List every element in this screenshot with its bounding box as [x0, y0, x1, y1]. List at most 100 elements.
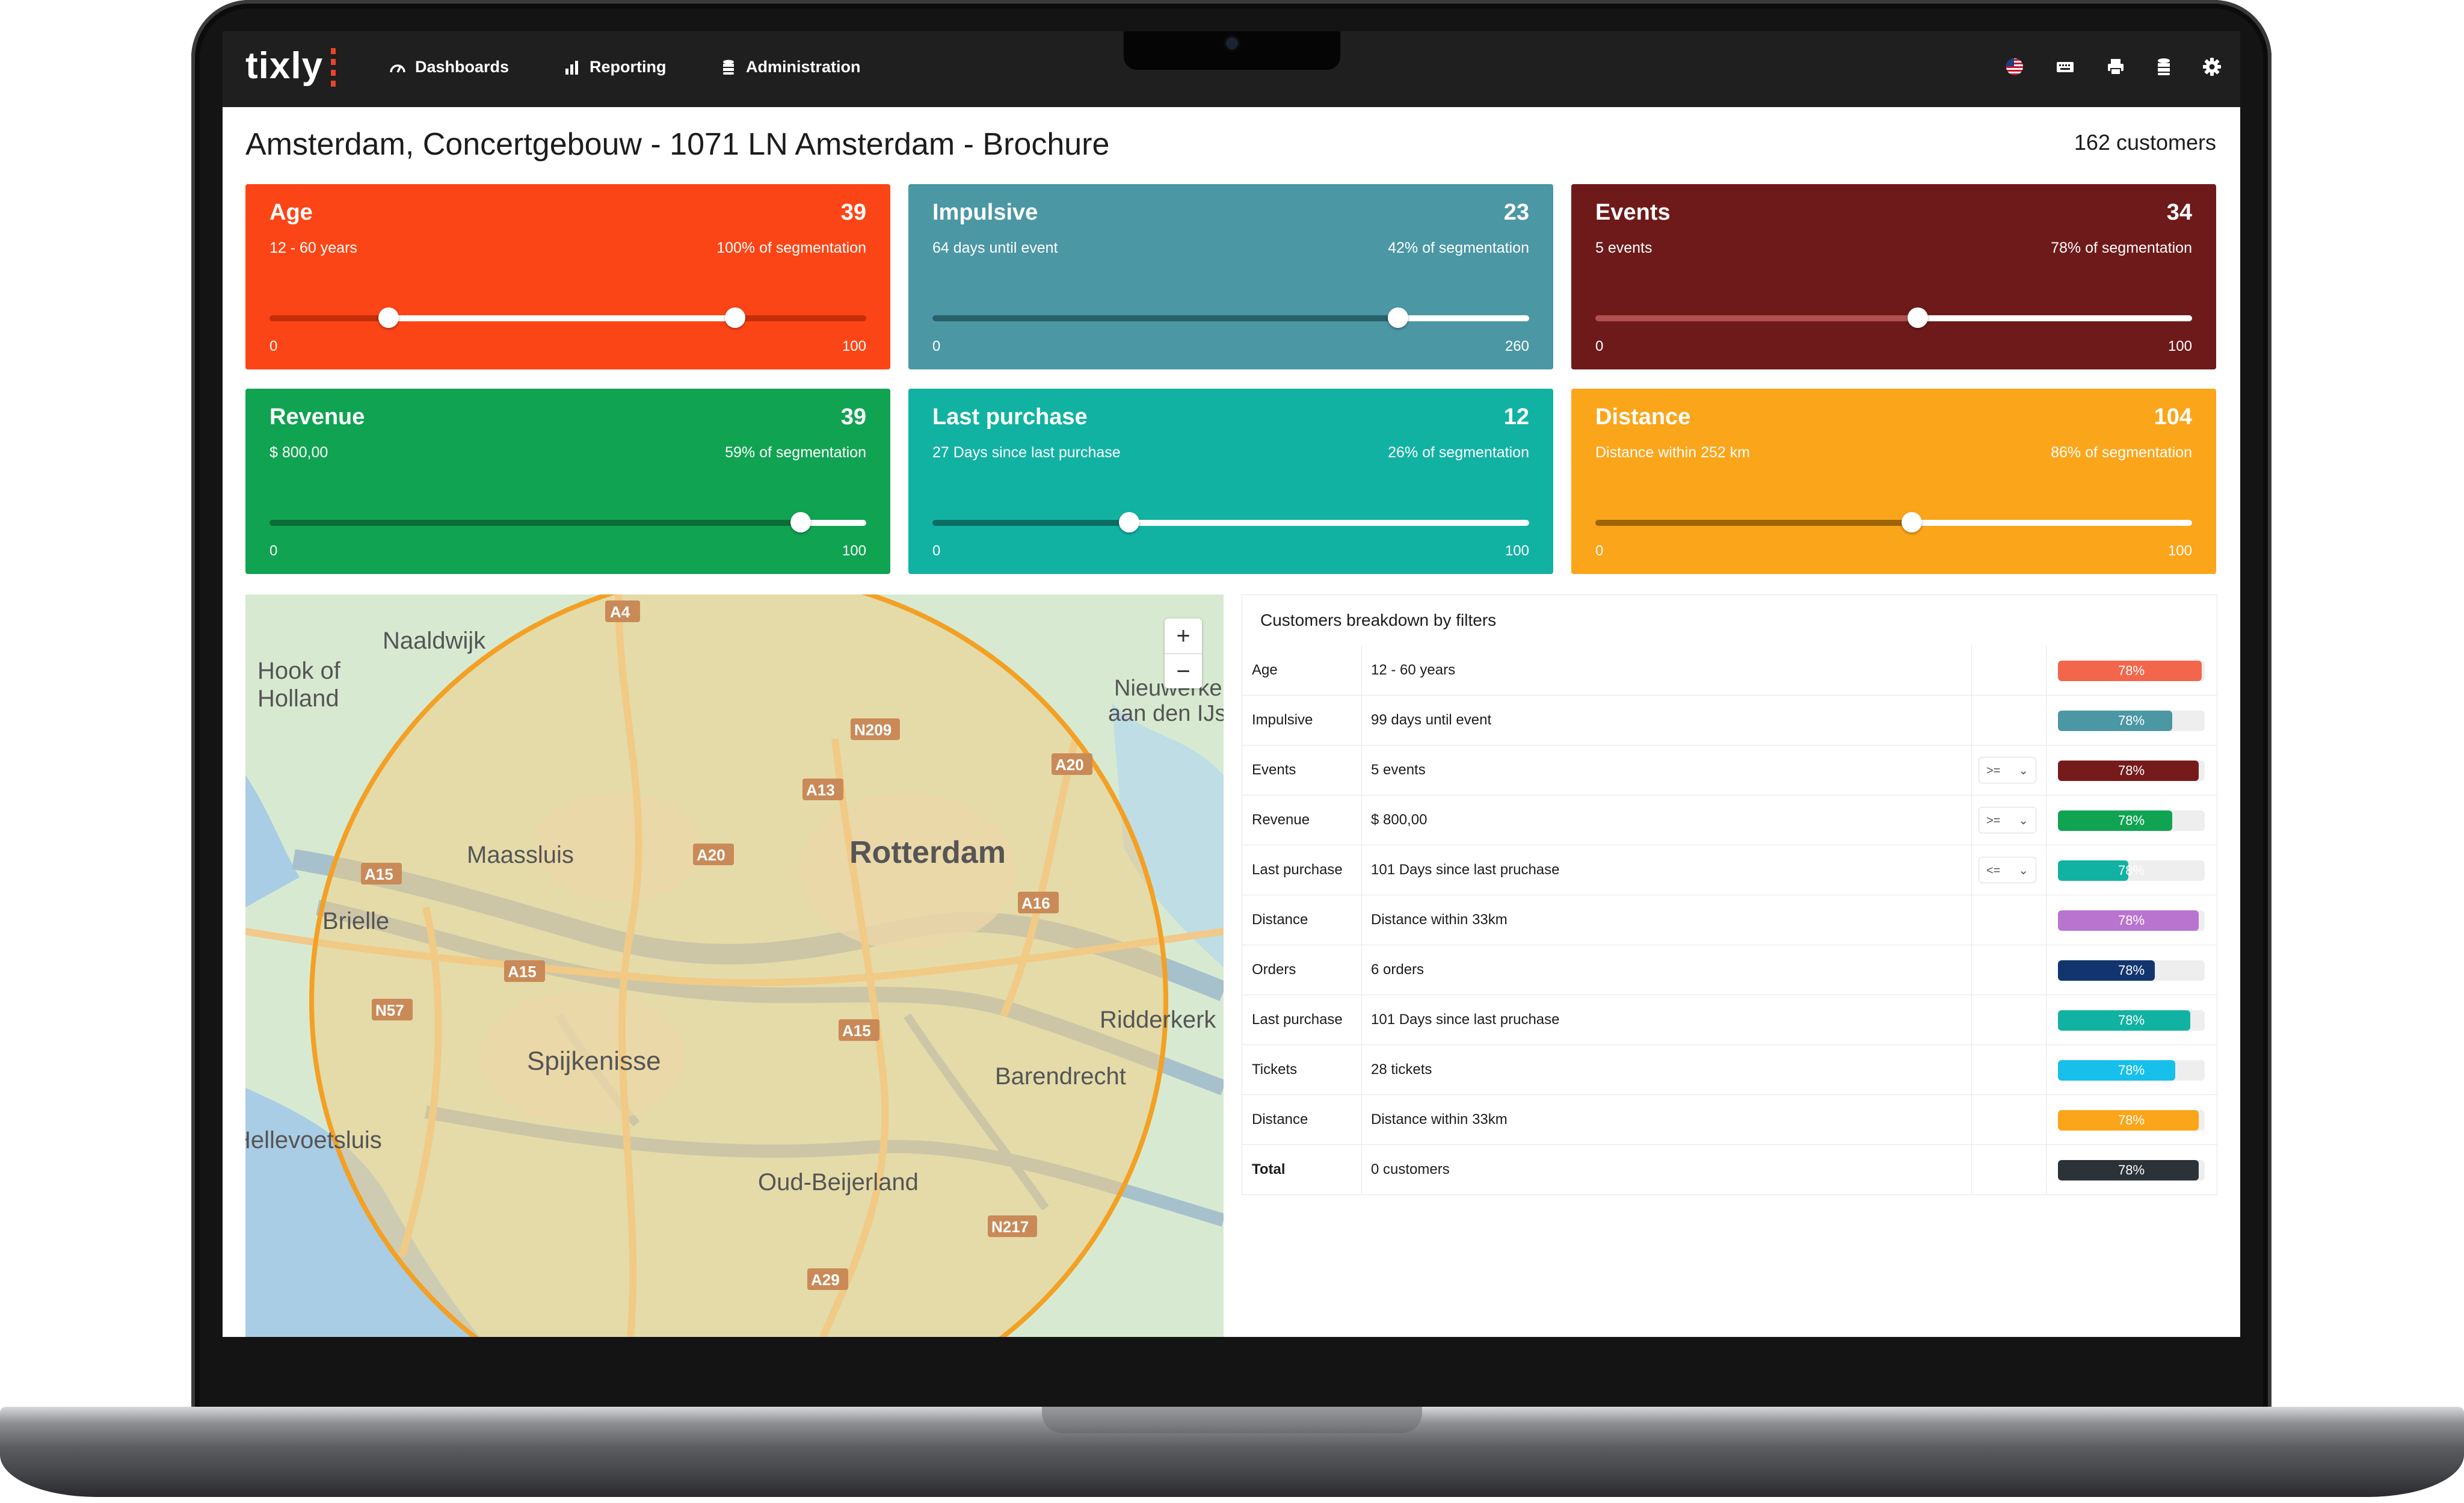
table-row: Orders 6 orders 78% [1242, 945, 2217, 995]
percentage-label: 78% [2118, 1162, 2145, 1177]
card-subtitle: Distance within 252 km [1595, 444, 1751, 461]
nav-dashboards[interactable]: Dashboards [389, 58, 509, 76]
card-subtitle: 5 events [1595, 239, 1652, 256]
print-icon[interactable] [2105, 57, 2126, 77]
row-value-cell: Distance within 33km [1361, 1094, 1972, 1144]
svg-text:A13: A13 [806, 781, 835, 799]
tixly-logo[interactable]: tixly [245, 45, 323, 87]
keyboard-icon[interactable] [2055, 57, 2075, 77]
slider-fill [1917, 315, 2192, 321]
percentage-label: 78% [2118, 1113, 2145, 1128]
row-label-cell: Revenue [1242, 795, 1362, 845]
operator-value: <= [1986, 864, 2001, 877]
row-label: Age [1252, 662, 1278, 678]
table-row: Last purchase 101 Days since last pruchas… [1242, 995, 2217, 1045]
map-canvas: Naaldwijk Hook of Holland Maassluis Rott… [245, 594, 1224, 1337]
row-label-cell: Age [1242, 645, 1362, 695]
svg-text:A15: A15 [508, 963, 537, 981]
zoom-out-button[interactable]: − [1165, 653, 1202, 689]
row-label: Last purchase [1252, 1011, 1343, 1028]
slider-handle-min[interactable] [1901, 512, 1922, 532]
row-value: Distance within 33km [1371, 912, 1508, 928]
gauge-icon [390, 64, 405, 73]
percentage-bar: 78% [2058, 810, 2205, 831]
panel-header: Customers breakdown by filters [1242, 594, 2217, 646]
zoom-in-button[interactable]: + [1165, 619, 1202, 653]
operator-select[interactable]: >= ⌄ [1979, 757, 2036, 783]
row-value: 0 customers [1371, 1161, 1450, 1177]
row-value: 28 tickets [1371, 1061, 1432, 1078]
table-row: Last purchase 101 Days since last pruchas… [1242, 845, 2217, 895]
range-slider[interactable] [270, 307, 866, 328]
table-row: Impulsive 99 days until event 78% [1242, 695, 2217, 745]
table-row: Revenue $ 800,00 >= ⌄ 78% [1242, 795, 2217, 845]
row-value-cell: 12 - 60 years [1361, 645, 1972, 695]
card-title: Distance [1595, 404, 1691, 430]
metric-card-revenue: Revenue 39 $ 800,00 59% of segmentation 0 100 [245, 389, 890, 574]
map-label: Hook of [257, 658, 341, 684]
metric-card-age: Age 39 12 - 60 years 100% of segmentation 0 1… [245, 184, 890, 369]
operator-select[interactable]: >= ⌄ [1979, 807, 2036, 833]
percentage-bar: 78% [2058, 1160, 2205, 1180]
range-slider[interactable] [270, 512, 866, 532]
slider-handle-max[interactable] [1387, 307, 1408, 328]
row-value: $ 800,00 [1371, 812, 1428, 828]
percentage-bar: 78% [2058, 910, 2205, 931]
row-label: Orders [1252, 961, 1296, 978]
database-icon[interactable] [2154, 57, 2174, 77]
nav-dashboards-label: Dashboards [415, 58, 510, 76]
row-value-cell: 101 Days since last pruchase [1361, 995, 1972, 1045]
card-count: 23 [1503, 200, 1529, 225]
slider-handle-max[interactable] [724, 307, 745, 328]
map-label: Naaldwijk [383, 628, 486, 654]
nav-reporting[interactable]: Reporting [563, 58, 667, 76]
range-slider[interactable] [1595, 512, 2192, 532]
row-label-cell: Events [1242, 745, 1362, 795]
row-label: Total [1252, 1161, 1286, 1177]
logo-dots [331, 48, 336, 91]
row-operator-cell [1971, 1144, 2047, 1194]
gear-icon[interactable] [2202, 57, 2222, 77]
range-slider[interactable] [1595, 307, 2192, 328]
percentage-bar: 78% [2058, 1110, 2205, 1131]
screen: tixly Dashboards Reporting Administratio… [223, 31, 2240, 1337]
map-label: Ridderkerk [1100, 1007, 1216, 1033]
slider-handle-min[interactable] [1119, 512, 1140, 532]
slider-min-label: 0 [1595, 543, 1604, 559]
range-slider[interactable] [932, 307, 1529, 328]
row-label: Distance [1252, 1111, 1308, 1128]
card-segmentation: 26% of segmentation [1388, 444, 1529, 461]
row-operator-cell: >= ⌄ [1971, 795, 2047, 845]
row-operator-cell [1971, 1045, 2047, 1094]
nav-administration[interactable]: Administration [719, 58, 861, 76]
us-flag-icon[interactable] [2004, 57, 2025, 77]
percentage-label: 78% [2118, 1063, 2145, 1078]
percentage-label: 78% [2118, 863, 2145, 878]
map-label: Holland [257, 685, 339, 712]
metric-card-events: Events 34 5 events 78% of segmentation 0 100 [1571, 184, 2216, 369]
map-label: Oud-Beijerland [758, 1169, 919, 1196]
slider-handle-min[interactable] [378, 307, 399, 328]
row-operator-cell [1971, 1094, 2047, 1144]
table-row: Distance Distance within 33km 78% [1242, 895, 2217, 945]
row-label-cell: Distance [1242, 895, 1362, 945]
slider-handle-min[interactable] [790, 512, 811, 532]
row-value: 12 - 60 years [1371, 662, 1456, 678]
row-label-cell: Orders [1242, 945, 1362, 995]
operator-select[interactable]: <= ⌄ [1979, 857, 2036, 883]
chevron-down-icon: ⌄ [2018, 864, 2028, 877]
percentage-label: 78% [2118, 1013, 2145, 1028]
row-label: Revenue [1252, 812, 1310, 828]
svg-text:A20: A20 [1055, 756, 1084, 774]
range-slider[interactable] [932, 512, 1529, 532]
map[interactable]: Naaldwijk Hook of Holland Maassluis Rott… [245, 594, 1224, 1337]
slider-handle-min[interactable] [1907, 307, 1928, 328]
percentage-label: 78% [2118, 913, 2145, 928]
row-value: 99 days until event [1371, 712, 1492, 728]
card-subtitle: 12 - 60 years [270, 239, 357, 256]
percentage-label: 78% [2118, 713, 2145, 728]
metric-card-impulsive: Impulsive 23 64 days until event 42% of seg… [908, 184, 1553, 369]
row-operator-cell [1971, 895, 2047, 945]
map-label: Rotterdam [849, 835, 1006, 870]
card-count: 12 [1503, 404, 1529, 430]
